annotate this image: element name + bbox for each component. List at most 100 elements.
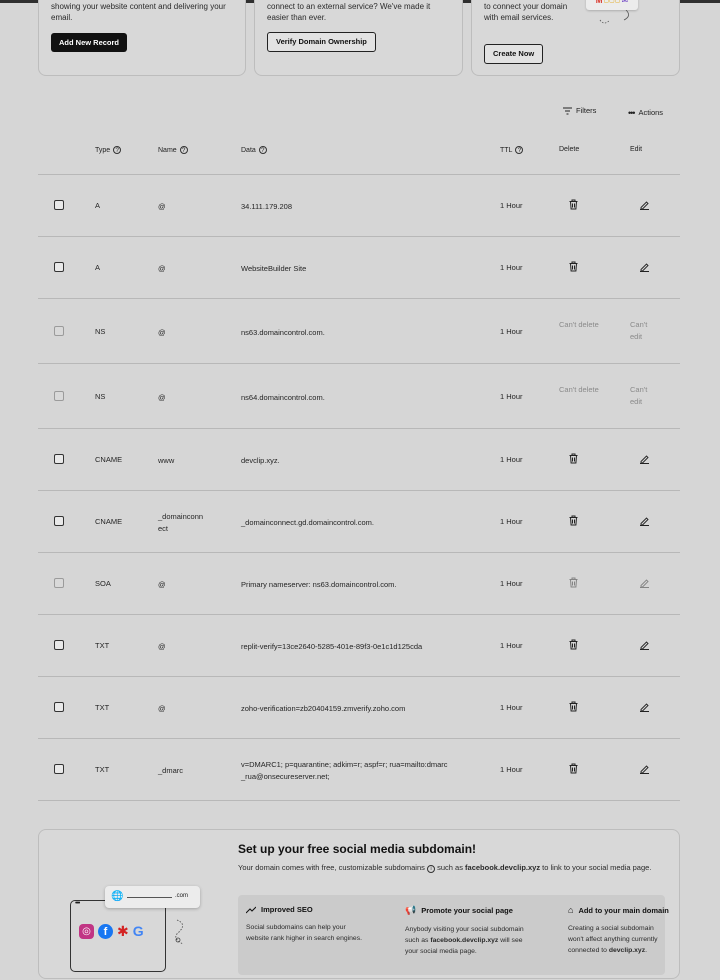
column-ttl-label: TTL: [500, 146, 513, 154]
record-name: _dmarc: [158, 766, 184, 775]
edit-icon[interactable]: [639, 261, 651, 273]
row-checkbox[interactable]: [54, 764, 64, 774]
google-icon: G: [132, 923, 144, 939]
example-subdomain: facebook.devclip.xyz: [465, 863, 541, 872]
feature-desc: Social subdomains can help your website …: [246, 924, 362, 942]
row-checkbox[interactable]: [54, 262, 64, 272]
actions-button[interactable]: ••• Actions: [628, 108, 663, 117]
delete-icon[interactable]: [568, 453, 580, 465]
column-name[interactable]: Name?: [158, 146, 188, 154]
zoho-icon: ▢▢▢: [603, 0, 621, 4]
edit-icon[interactable]: [639, 763, 651, 775]
domain-name: devclip.xyz: [608, 947, 646, 954]
column-data[interactable]: Data?: [241, 146, 267, 154]
record-type: A: [95, 263, 101, 272]
record-type: TXT: [95, 641, 110, 650]
info-icon[interactable]: i: [427, 865, 435, 873]
row-checkbox[interactable]: [54, 516, 64, 526]
social-illustration: ••• 🌐 .com ◎ f ✱ G: [69, 880, 229, 980]
instagram-icon: ◎: [79, 924, 94, 939]
column-type[interactable]: Type?: [95, 146, 122, 154]
more-dots-icon: •••: [628, 107, 636, 118]
record-type: SOA: [95, 579, 111, 588]
record-data: v=DMARC1; p=quarantine; adkim=r; aspf=r;…: [241, 760, 448, 781]
card-dns-records: showing your website content and deliver…: [38, 0, 246, 76]
mail-icon: ✉: [621, 0, 629, 5]
feature-title: Improved SEO: [261, 905, 313, 914]
window-dots-icon: •••: [75, 900, 80, 907]
record-name: @: [158, 642, 166, 651]
record-name: www: [158, 456, 175, 465]
record-ttl: 1 Hour: [500, 455, 523, 464]
card-email-setup: to connect your domain with email servic…: [471, 0, 680, 76]
column-ttl[interactable]: TTL?: [500, 146, 524, 154]
record-ttl: 1 Hour: [500, 579, 523, 588]
table-row: NS @ ns63.domaincontrol.com. 1 Hour Can't de…: [0, 298, 720, 363]
delete-icon[interactable]: [568, 701, 580, 713]
help-icon[interactable]: ?: [179, 146, 188, 154]
delete-icon[interactable]: [568, 515, 580, 527]
record-ttl: 1 Hour: [500, 641, 523, 650]
record-name: @: [158, 704, 166, 713]
help-icon[interactable]: ?: [258, 146, 267, 154]
record-data: WebsiteBuilder Site: [241, 264, 307, 273]
delete-icon[interactable]: [568, 261, 580, 273]
domain-suffix: .com: [175, 893, 189, 899]
record-data: 34.111.179.208: [241, 202, 293, 211]
facebook-icon: f: [98, 924, 113, 939]
row-checkbox[interactable]: [54, 640, 64, 650]
create-now-button[interactable]: Create Now: [484, 44, 544, 64]
row-checkbox[interactable]: [54, 454, 64, 464]
table-row: TXT _dmarc v=DMARC1; p=quarantine; adkim=r…: [0, 738, 720, 800]
edit-icon[interactable]: [639, 639, 651, 651]
record-type: CNAME: [95, 455, 123, 464]
record-type: NS: [95, 391, 106, 401]
table-row: A @34.111.179.208 1 Hour: [0, 174, 720, 236]
home-icon: ⌂: [568, 905, 574, 915]
edit-icon[interactable]: [639, 199, 651, 211]
table-row: TXT @ replit-verify=13ce2640-5285-401e-89f…: [0, 614, 720, 676]
column-data-label: Data: [241, 146, 256, 154]
row-checkbox[interactable]: [54, 702, 64, 712]
row-checkbox[interactable]: [54, 200, 64, 210]
delete-icon[interactable]: [568, 199, 580, 211]
social-icons: ◎ f ✱ G: [79, 924, 144, 939]
feature-desc: Anybody visiting your social subdomain s…: [405, 924, 525, 957]
divider: [38, 800, 680, 801]
card-text: connect to an external service? We've ma…: [267, 2, 431, 22]
url-line: [127, 897, 172, 898]
column-edit: Edit: [630, 146, 643, 153]
record-type: TXT: [95, 765, 110, 774]
filters-label: Filters: [576, 106, 597, 115]
record-type: CNAME: [95, 517, 123, 526]
row-checkbox: [54, 325, 64, 336]
feature-desc: Creating a social subdomain won't affect…: [568, 923, 663, 956]
delete-icon[interactable]: [568, 763, 580, 775]
edit-icon[interactable]: [639, 453, 651, 465]
record-data: ns63.domaincontrol.com.: [241, 327, 325, 337]
record-name: @: [158, 580, 166, 589]
globe-icon: 🌐: [111, 891, 124, 902]
feature-title: Add to your main domain: [578, 905, 669, 915]
feature-desc-text: .: [645, 947, 647, 954]
table-row: NS @ ns64.domaincontrol.com. 1 Hour Can't de…: [0, 363, 720, 428]
add-new-record-button[interactable]: Add New Record: [51, 33, 128, 52]
feature-seo: Improved SEO Social subdomains can help …: [246, 905, 366, 944]
email-providers-logo: M ▢▢▢ ✉: [586, 0, 638, 10]
delete-icon[interactable]: [568, 639, 580, 651]
record-type: TXT: [95, 703, 110, 712]
filter-icon: [563, 107, 572, 114]
filters-button[interactable]: Filters: [563, 106, 596, 115]
edit-icon[interactable]: [639, 515, 651, 527]
promo-features: Improved SEO Social subdomains can help …: [238, 895, 669, 975]
cant-delete-text: Can't delete: [559, 319, 599, 329]
edit-icon[interactable]: [639, 701, 651, 713]
verify-domain-button[interactable]: Verify Domain Ownership: [267, 32, 376, 52]
card-text: showing your website content and deliver…: [51, 2, 226, 22]
help-icon[interactable]: ?: [113, 146, 122, 154]
decorative-squiggle-icon: [599, 10, 629, 24]
social-subdomain-promo: Set up your free social media subdomain!…: [38, 829, 680, 979]
card-text: to connect your domain with email servic…: [484, 2, 568, 22]
column-name-label: Name: [158, 146, 177, 154]
help-icon[interactable]: ?: [515, 146, 524, 154]
